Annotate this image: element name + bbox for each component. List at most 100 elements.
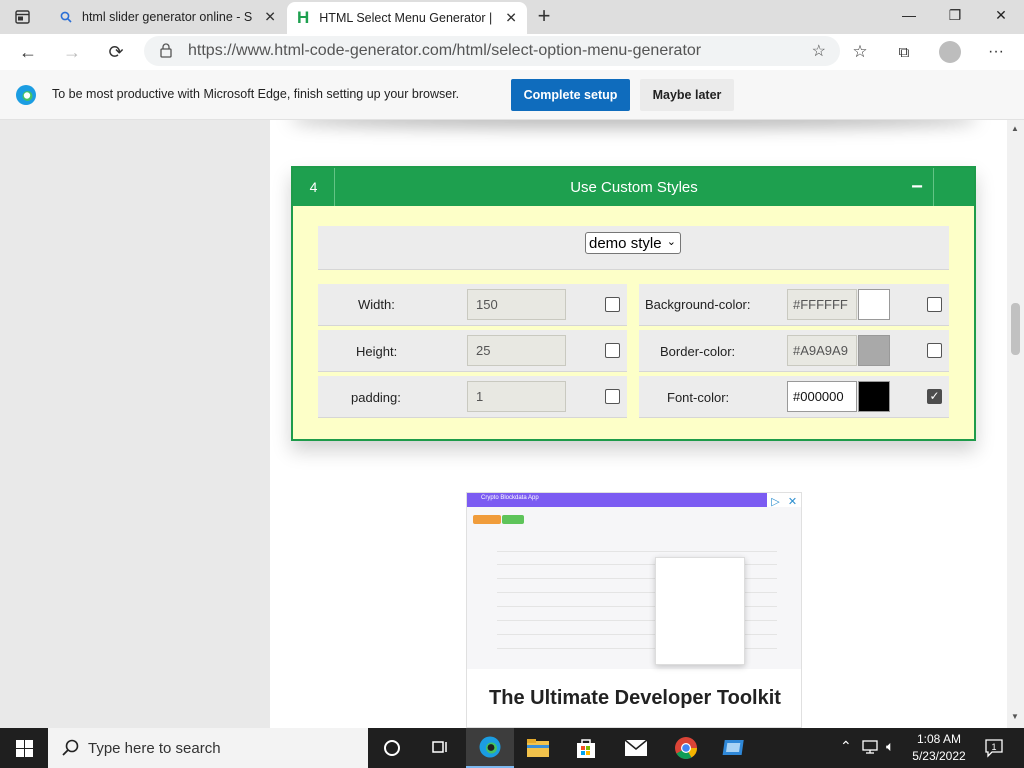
ad-app-titlebar: Crypto Blockdata App — [467, 493, 801, 507]
close-window-button[interactable]: ✕ — [978, 0, 1024, 30]
border-color-swatch[interactable] — [858, 335, 890, 366]
height-input[interactable]: 25 — [467, 335, 566, 366]
background-color-checkbox[interactable] — [927, 297, 942, 312]
padding-row: padding: 1 — [318, 376, 627, 418]
windows-logo-icon — [15, 739, 33, 757]
border-color-input[interactable]: #A9A9A9 — [787, 335, 857, 366]
svg-text:1: 1 — [991, 742, 996, 752]
h-logo-icon: H — [297, 8, 310, 27]
notifications-icon[interactable]: 1 — [984, 738, 1004, 763]
width-checkbox[interactable] — [605, 297, 620, 312]
maybe-later-button[interactable]: Maybe later — [640, 79, 734, 111]
font-color-checkbox[interactable]: ✓ — [927, 389, 942, 404]
url-field[interactable]: https://www.html-code-generator.com/html… — [144, 36, 840, 66]
new-tab-button[interactable]: + — [532, 3, 556, 28]
padding-label: padding: — [351, 390, 401, 405]
tab-bar: html slider generator online - Se ✕ H HT… — [0, 0, 1024, 34]
border-color-checkbox[interactable] — [927, 343, 942, 358]
edge-setup-infobar: To be most productive with Microsoft Edg… — [0, 70, 1024, 120]
refresh-icon[interactable]: ⟳ — [102, 38, 130, 66]
ad-headline: The Ultimate Developer Toolkit — [489, 687, 781, 709]
more-menu-icon[interactable]: ··· — [982, 38, 1010, 66]
infobar-message: To be most productive with Microsoft Edg… — [52, 87, 460, 101]
start-button[interactable] — [0, 728, 48, 768]
app-window-icon[interactable] — [710, 728, 758, 768]
clock-time[interactable]: 1:08 AM — [910, 732, 968, 746]
add-favorite-icon[interactable]: ☆ — [812, 41, 826, 61]
profile-avatar-icon[interactable] — [936, 38, 964, 66]
chrome-icon[interactable] — [662, 728, 710, 768]
store-icon[interactable] — [562, 728, 610, 768]
minimize-button[interactable]: — — [886, 0, 932, 30]
forward-icon[interactable]: → — [58, 38, 86, 66]
page-viewport: 4 Use Custom Styles − demo style ⌄ Width… — [0, 120, 1007, 728]
content-column: 4 Use Custom Styles − demo style ⌄ Width… — [270, 120, 1007, 728]
scroll-down-icon[interactable]: ▼ — [1011, 712, 1019, 721]
taskbar-search[interactable]: Type here to search — [48, 728, 368, 768]
panel-header[interactable]: 4 Use Custom Styles − — [293, 168, 974, 206]
tab-select-menu-generator[interactable]: H HTML Select Menu Generator | S ✕ — [287, 2, 527, 34]
advertisement[interactable]: Crypto Blockdata App ▷ ✕ The Ultimate De… — [466, 492, 802, 728]
border-color-row: Border-color: #A9A9A9 — [639, 330, 949, 372]
search-icon — [62, 739, 79, 761]
favorites-icon[interactable]: ☆ — [846, 38, 874, 66]
height-checkbox[interactable] — [605, 343, 620, 358]
task-view-icon[interactable] — [416, 728, 464, 768]
demo-style-value: demo style — [589, 234, 662, 252]
ad-decor — [473, 515, 501, 524]
panel-step-number: 4 — [293, 168, 335, 206]
background-color-swatch[interactable] — [858, 289, 890, 320]
ad-decor — [655, 557, 745, 665]
show-hidden-icons[interactable]: ⌃ — [840, 738, 852, 755]
ad-decor — [502, 515, 524, 524]
padding-input[interactable]: 1 — [467, 381, 566, 412]
scroll-thumb[interactable] — [1011, 303, 1020, 355]
ad-decor — [497, 551, 777, 552]
custom-styles-panel: 4 Use Custom Styles − demo style ⌄ Width… — [291, 166, 976, 441]
panel-header-corner — [933, 168, 974, 206]
width-input[interactable]: 150 — [467, 289, 566, 320]
font-color-input[interactable]: #000000 — [787, 381, 857, 412]
windows-taskbar: Type here to search ⌃ 🔈︎ 1:08 AM 5/23/20… — [0, 728, 1024, 768]
font-color-label: Font-color: — [667, 390, 730, 405]
width-label: Width: — [358, 297, 395, 312]
tab-label: html slider generator online - Se — [82, 10, 252, 24]
search-placeholder: Type here to search — [88, 740, 221, 757]
ad-app-title: Crypto Blockdata App — [481, 495, 539, 501]
collections-icon[interactable]: ⧉ — [890, 38, 918, 66]
font-color-swatch[interactable] — [858, 381, 890, 412]
font-color-row: Font-color: #000000 ✓ — [639, 376, 949, 418]
restore-button[interactable]: ❐ — [932, 0, 978, 30]
cortana-icon[interactable] — [368, 728, 416, 768]
close-icon[interactable]: ✕ — [505, 10, 517, 27]
padding-checkbox[interactable] — [605, 389, 620, 404]
chevron-down-icon: ⌄ — [666, 236, 676, 248]
volume-icon[interactable]: 🔈︎ — [886, 738, 894, 755]
network-icon[interactable] — [862, 739, 878, 760]
height-row: Height: 25 — [318, 330, 627, 372]
width-row: Width: 150 — [318, 284, 627, 326]
search-icon — [60, 11, 72, 23]
tab-actions-icon[interactable] — [14, 8, 32, 26]
collapse-toggle[interactable]: − — [903, 168, 931, 206]
scroll-up-icon[interactable]: ▲ — [1011, 124, 1019, 133]
clock-date[interactable]: 5/23/2022 — [906, 749, 972, 763]
edge-taskbar-icon[interactable] — [466, 728, 514, 768]
panel-title: Use Custom Styles — [570, 178, 698, 196]
mail-icon[interactable] — [612, 728, 660, 768]
background-color-input[interactable]: #FFFFFF — [787, 289, 857, 320]
back-icon[interactable]: ← — [14, 38, 42, 66]
demo-style-select[interactable]: demo style ⌄ — [585, 232, 681, 254]
tab-label: HTML Select Menu Generator | S — [319, 11, 496, 25]
lock-icon — [160, 43, 172, 63]
background-color-label: Background-color: — [645, 297, 751, 312]
address-bar: ← → ⟳ https://www.html-code-generator.co… — [0, 34, 1024, 70]
url-text: https://www.html-code-generator.com/html… — [188, 42, 702, 59]
background-color-row: Background-color: #FFFFFF — [639, 284, 949, 326]
file-explorer-icon[interactable] — [514, 728, 562, 768]
edge-logo-icon — [15, 84, 37, 111]
complete-setup-button[interactable]: Complete setup — [511, 79, 630, 111]
page-scrollbar[interactable]: ▲ ▼ — [1007, 120, 1024, 728]
tab-slider-search[interactable]: html slider generator online - Se ✕ — [48, 0, 286, 34]
close-icon[interactable]: ✕ — [264, 9, 276, 26]
